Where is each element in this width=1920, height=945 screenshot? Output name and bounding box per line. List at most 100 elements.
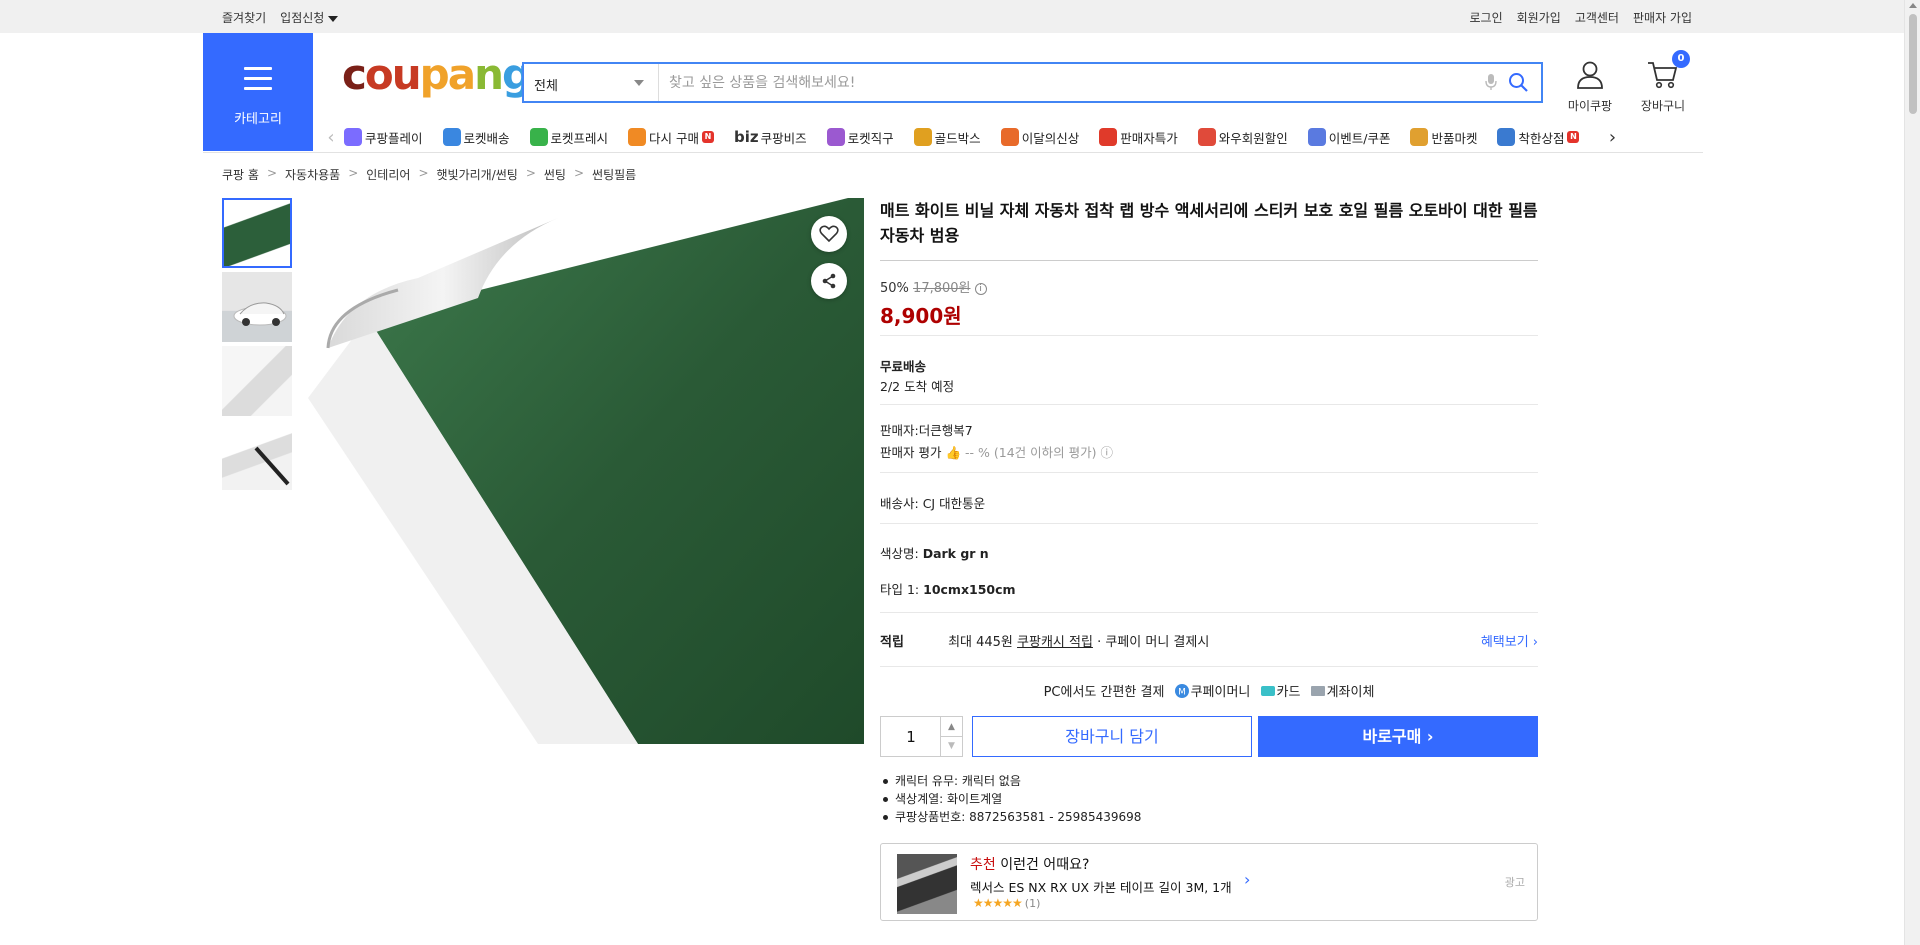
nav-item[interactable]: 골드박스: [913, 128, 981, 147]
favorite-heart-button[interactable]: [811, 216, 847, 252]
global-icon: [826, 128, 845, 146]
return-market-icon: [1410, 128, 1429, 146]
main-product-image[interactable]: [308, 198, 864, 744]
search-category-select[interactable]: 전체: [524, 64, 659, 101]
search-input[interactable]: [669, 72, 1469, 94]
nav-item-label: 반품마켓: [1431, 130, 1478, 146]
attribute-item: 쿠팡상품번호: 8872563581 - 25985439698: [880, 808, 1141, 826]
sale-price: 8,900원: [880, 304, 962, 328]
coupon-icon: [1307, 128, 1326, 146]
logo-letter: ou: [364, 50, 422, 99]
hamburger-icon: [244, 67, 272, 97]
product-attributes: 캐릭터 유무: 캐릭터 없음 색상계열: 화이트계열 쿠팡상품번호: 8872563…: [880, 772, 1141, 826]
microphone-icon[interactable]: [1485, 73, 1497, 95]
biz-icon: biz: [734, 128, 759, 146]
search-bar: 전체: [522, 62, 1543, 103]
product-thumbnail[interactable]: [222, 420, 292, 490]
nav-item[interactable]: 착한상점 N: [1497, 128, 1580, 147]
recommend-title: 이런건 어때요?: [1000, 857, 1090, 873]
divider: [880, 472, 1538, 473]
courier-value: CJ 대한통운: [922, 496, 986, 511]
info-icon[interactable]: i: [974, 282, 987, 295]
nav-item[interactable]: 판매자특가: [1099, 128, 1178, 147]
color-label: 색상명:: [880, 546, 919, 561]
good-store-icon: [1497, 128, 1516, 146]
add-to-cart-button[interactable]: 장바구니 담기: [972, 716, 1252, 757]
coupay-money-icon: M: [1174, 683, 1189, 702]
chevron-right-icon[interactable]: ›: [1244, 870, 1250, 889]
type-option[interactable]: 타입 1: 10cmx150cm: [880, 579, 1538, 598]
breadcrumb-link[interactable]: 햇빛가리개/썬팅: [437, 166, 518, 183]
nav-item-label: 와우회원할인: [1218, 130, 1288, 146]
login-link[interactable]: 로그인: [1470, 9, 1503, 26]
divider: [880, 612, 1538, 613]
scrollbar-thumb[interactable]: [1909, 14, 1917, 114]
product-thumbnail[interactable]: [222, 272, 292, 342]
nav-item[interactable]: 로켓프레시: [529, 128, 608, 147]
breadcrumb-link[interactable]: 자동차용품: [285, 166, 340, 183]
nav-item[interactable]: 반품마켓: [1410, 128, 1477, 147]
product-thumbnail[interactable]: [222, 198, 292, 268]
share-button[interactable]: [811, 263, 847, 299]
seller-rating: 판매자 평가 👍 -- % (14건 이하의 평가) ⓘ: [880, 442, 1538, 461]
signup-link[interactable]: 회원가입: [1517, 9, 1561, 26]
support-link[interactable]: 고객센터: [1575, 9, 1619, 26]
breadcrumb-link[interactable]: 인테리어: [366, 166, 410, 183]
nav-item[interactable]: 이벤트/쿠폰: [1307, 128, 1390, 147]
nav-item[interactable]: 다시 구매 N: [628, 128, 715, 147]
category-menu-button[interactable]: 카테고리: [203, 33, 313, 151]
favorites-link[interactable]: 즐겨찾기: [222, 9, 266, 26]
seller-rating-label: 판매자 평가: [880, 445, 942, 460]
entry-apply-dropdown[interactable]: 입점신청: [280, 9, 339, 26]
buy-now-label: 바로구매: [1362, 727, 1422, 746]
play-icon: [344, 128, 362, 146]
search-icon[interactable]: [1508, 72, 1529, 97]
breadcrumb-separator-icon: >: [418, 166, 429, 180]
nav-item[interactable]: 쿠팡플레이: [344, 128, 423, 147]
quantity-value[interactable]: 1: [881, 728, 941, 746]
nav-item[interactable]: 이달의신상: [1000, 128, 1079, 147]
recommendation-heading: 추천 이런건 어때요?: [970, 854, 1089, 874]
breadcrumb-link[interactable]: 쿠팡 홈: [222, 166, 259, 183]
user-icon: [1577, 61, 1603, 89]
coupang-cash-link[interactable]: 쿠팡캐시 적립: [1017, 635, 1093, 650]
type-label: 타입 1:: [880, 582, 920, 597]
seller-signup-link[interactable]: 판매자 가입: [1633, 9, 1692, 26]
cart-button[interactable]: 0 장바구니: [1632, 50, 1694, 114]
benefit-link[interactable]: 혜택보기 ›: [1481, 631, 1538, 650]
increment-icon[interactable]: ▲: [940, 717, 962, 737]
thumbs-up-icon: 👍: [945, 445, 962, 460]
benefit-link-label: 혜택보기: [1480, 635, 1529, 650]
top-utility-bar: 즐겨찾기 입점신청 로그인 회원가입 고객센터 판매자 가입: [0, 0, 1904, 33]
recommendation-card[interactable]: 추천 이런건 어때요? 렉서스 ES NX RX UX 카본 테이프 길이 3M…: [880, 843, 1538, 921]
attribute-item: 캐릭터 유무: 캐릭터 없음: [880, 772, 1141, 790]
breadcrumb-link[interactable]: 썬팅: [544, 166, 566, 183]
nav-next-arrow-icon[interactable]: ›: [1599, 127, 1625, 148]
nav-item[interactable]: biz 쿠팡비즈: [734, 128, 807, 147]
seller-name[interactable]: 판매자:더큰행복7: [880, 420, 1538, 439]
divider: [880, 666, 1538, 667]
nav-item[interactable]: 로켓직구: [826, 128, 894, 147]
page-scrollbar[interactable]: [1904, 0, 1920, 945]
discount-rate: 50%: [880, 281, 909, 296]
payment-method: 카드: [1276, 685, 1301, 700]
nav-item[interactable]: 로켓배송: [442, 128, 510, 147]
payment-method: 쿠페이머니: [1190, 685, 1251, 700]
recommended-product-image[interactable]: [897, 854, 957, 914]
reward-row: 적립 최대 445원 쿠팡캐시 적립 · 쿠페이 머니 결제시 혜택보기 ›: [880, 631, 1538, 650]
product-thumbnail[interactable]: [222, 346, 292, 416]
my-coupang-button[interactable]: 마이쿠팡: [1560, 60, 1620, 114]
nav-item[interactable]: 와우회원할인: [1197, 128, 1288, 147]
decrement-icon[interactable]: ▼: [940, 736, 962, 756]
breadcrumb-link[interactable]: 썬팅필름: [592, 166, 636, 183]
nav-prev-arrow-icon[interactable]: ‹: [318, 127, 344, 148]
arrival-date: 2/2 도착 예정: [880, 379, 955, 394]
entry-apply-label: 입점신청: [280, 11, 325, 25]
buy-now-button[interactable]: 바로구매 ›: [1258, 716, 1538, 757]
info-icon[interactable]: ⓘ: [1100, 445, 1113, 460]
recommended-product-name[interactable]: 렉서스 ES NX RX UX 카본 테이프 길이 3M, 1개: [970, 877, 1232, 896]
quantity-stepper[interactable]: 1 ▲ ▼: [880, 716, 963, 757]
scroll-up-icon[interactable]: [1909, 3, 1917, 8]
coupang-logo[interactable]: coupang: [342, 54, 532, 96]
color-option[interactable]: 색상명: Dark gr n: [880, 543, 1538, 562]
